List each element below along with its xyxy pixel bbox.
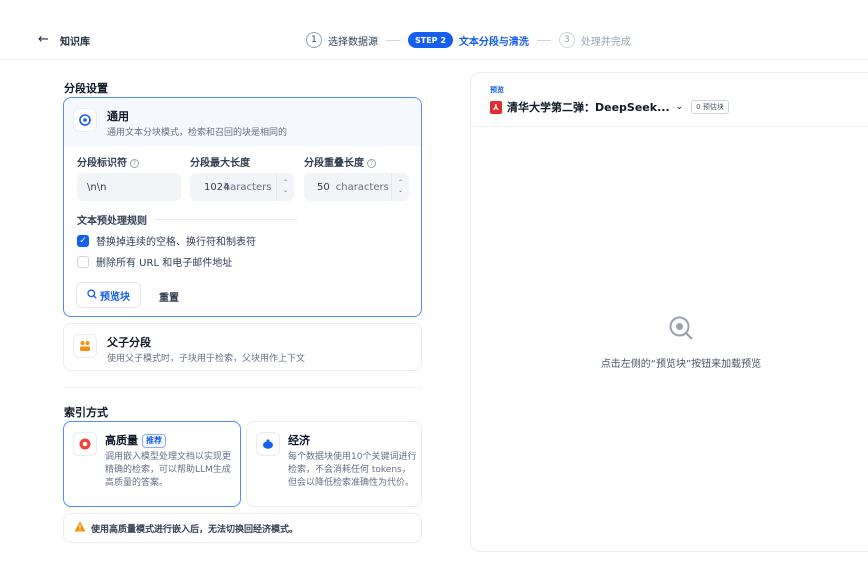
preview-tag: 预览 [490, 86, 504, 94]
preview-chunks-label: 预览块 [100, 291, 130, 303]
step-divider [536, 39, 551, 41]
preview-divider [471, 126, 868, 127]
delimiter-input[interactable]: \n\n [77, 173, 181, 201]
preprocess-header: 文本预处理规则 [77, 212, 297, 227]
preprocess-divider [155, 219, 297, 220]
parent-child-icon [73, 334, 97, 358]
checkbox-unchecked[interactable] [77, 255, 89, 268]
segment-section-title: 分段设置 [64, 82, 108, 95]
chunk-count-badge: 0 预估块 [691, 100, 729, 114]
search-icon [87, 288, 97, 302]
top-bar: ← 知识库 1 选择数据源 STEP 2 文本分段与清洗 3 处理并完成 [0, 0, 868, 60]
document-selector[interactable]: ⅄ 清华大学第二弹：DeepSeek... ⌄ 0 预估块 [490, 99, 729, 115]
pdf-icon: ⅄ [490, 100, 502, 114]
rule-label-1: 替换掉连续的空格、换行符和制表符 [96, 237, 256, 248]
document-name: 清华大学第二弹：DeepSeek... [507, 101, 670, 114]
high-quality-title-row: 高质量 推荐 [105, 432, 237, 448]
step-2-label: 文本分段与清洗 [458, 36, 529, 48]
high-quality-title: 高质量 [105, 434, 138, 447]
warning-text: 使用高质量模式进行嵌入后，无法切换回经济模式。 [91, 524, 299, 535]
parent-child-desc: 使用父子模式时，子块用于检索，父块用作上下文 [107, 354, 306, 364]
parent-child-title: 父子分段 [107, 336, 151, 349]
economy-title: 经济 [288, 434, 310, 447]
stepper: 1 选择数据源 STEP 2 文本分段与清洗 3 处理并完成 [306, 31, 631, 49]
general-mode-icon [73, 108, 97, 132]
help-icon[interactable]: ? [130, 159, 139, 168]
max-length-stepper[interactable]: ⌃ ⌄ [276, 173, 294, 201]
economy-card[interactable]: 经济 每个数据块使用10个关键词进行检索，不会消耗任何 tokens，但会以降低… [246, 421, 422, 507]
reset-button[interactable]: 重置 [159, 289, 179, 304]
arrow-left-icon[interactable]: ← [38, 32, 49, 47]
section-divider [63, 387, 422, 388]
step-2-pill: STEP 2 [408, 32, 453, 48]
high-quality-icon [73, 432, 97, 456]
general-mode-title: 通用 [107, 110, 129, 123]
preview-panel: 预览 ⅄ 清华大学第二弹：DeepSeek... ⌄ 0 预估块 点击左侧的“预… [470, 72, 868, 552]
checkbox-checked[interactable]: ✓ [77, 234, 89, 247]
preprocess-title: 文本预处理规则 [77, 216, 147, 227]
empty-preview-text: 点击左侧的“预览块”按钮来加载预览 [600, 359, 762, 370]
economy-desc: 每个数据块使用10个关键词进行检索，不会消耗任何 tokens，但会以降低检索准… [288, 452, 417, 488]
max-length-unit: characters [224, 181, 272, 193]
general-mode-card[interactable]: 通用 通用文本分块模式，检索和召回的块是相同的 分段标识符? \n\n 分段最大… [63, 97, 422, 317]
overlap-label: 分段重叠长度? [304, 154, 376, 169]
preview-chunks-button[interactable]: 预览块 [76, 282, 141, 308]
overlap-unit: characters [335, 181, 389, 193]
overlap-value: 50 [317, 181, 330, 193]
step-divider [386, 39, 400, 41]
breadcrumb[interactable]: 知识库 [60, 33, 90, 48]
delimiter-label: 分段标识符? [77, 154, 139, 169]
high-quality-card[interactable]: 高质量 推荐 调用嵌入模型处理文档以实现更精确的检索，可以帮助LLM生成高质量的答… [63, 421, 241, 507]
step-1-label: 选择数据源 [328, 36, 378, 48]
chevron-down-icon[interactable]: ⌄ [676, 102, 684, 112]
step-3-number: 3 [558, 32, 575, 48]
max-length-input[interactable]: 1024 characters ⌃⌄ [190, 173, 294, 201]
rule-label-2: 删除所有 URL 和电子邮件地址 [96, 258, 233, 269]
overlap-input[interactable]: 50 characters ⌃ ⌄ [304, 173, 409, 201]
search-icon [668, 315, 694, 341]
index-section-title: 索引方式 [64, 406, 108, 419]
step-3-label: 处理并完成 [580, 36, 631, 48]
max-length-label: 分段最大长度 [190, 158, 250, 169]
step-1-number: 1 [306, 32, 322, 48]
piggy-bank-icon [256, 432, 280, 456]
mode-warning: 使用高质量模式进行嵌入后，无法切换回经济模式。 [63, 513, 422, 543]
help-icon[interactable]: ? [367, 159, 376, 168]
recommended-badge: 推荐 [142, 434, 166, 448]
rule-row-2[interactable]: 删除所有 URL 和电子邮件地址 [77, 254, 232, 269]
warning-icon [74, 521, 86, 535]
rule-row-1[interactable]: ✓ 替换掉连续的空格、换行符和制表符 [77, 233, 256, 248]
parent-child-mode-card[interactable]: 父子分段 使用父子模式时，子块用于检索，父块用作上下文 [63, 323, 422, 371]
general-mode-desc: 通用文本分块模式，检索和召回的块是相同的 [107, 128, 288, 138]
high-quality-desc: 调用嵌入模型处理文档以实现更精确的检索，可以帮助LLM生成高质量的答案。 [105, 452, 232, 488]
overlap-stepper[interactable]: ⌃ ⌄ [391, 173, 409, 201]
